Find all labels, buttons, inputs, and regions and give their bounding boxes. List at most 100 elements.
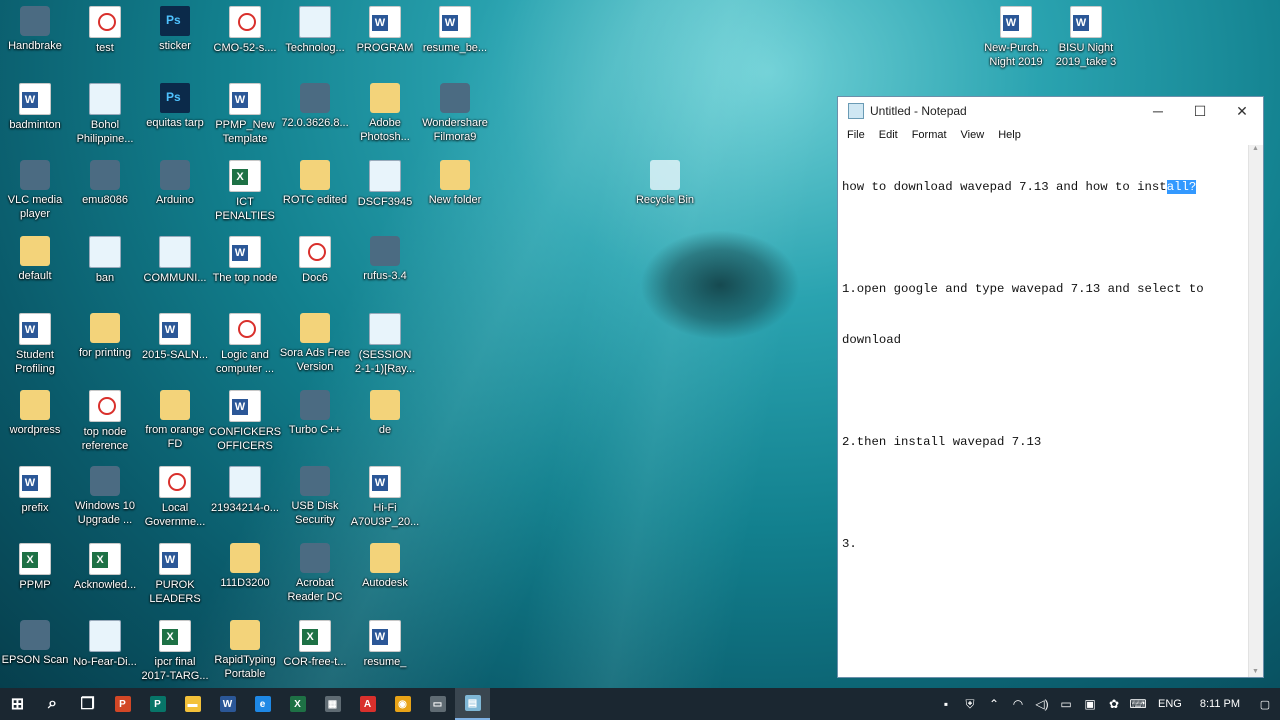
desktop-icon[interactable]: Local Governme... xyxy=(139,462,211,534)
search-icon[interactable]: ⌕ xyxy=(35,688,70,720)
desktop-icon[interactable]: Recycle Bin xyxy=(629,156,701,228)
publisher-icon[interactable]: P xyxy=(140,688,175,720)
word-icon[interactable]: W xyxy=(210,688,245,720)
clock[interactable]: 8:11 PM xyxy=(1190,698,1250,710)
desktop-icon[interactable]: Arduino xyxy=(139,156,211,228)
desktop-icon[interactable]: PPMP_New Template xyxy=(209,79,281,151)
desktop-icon[interactable]: from orange FD xyxy=(139,386,211,458)
desktop-icon[interactable]: default xyxy=(0,232,71,304)
desktop-icon[interactable]: EPSON Scan xyxy=(0,616,71,688)
desktop-icon[interactable]: ROTC edited xyxy=(279,156,351,228)
shield-icon[interactable]: ⛨ xyxy=(958,697,982,712)
tray-app-icon[interactable]: ▪ xyxy=(934,697,958,711)
desktop-icon[interactable]: 2015-SALN... xyxy=(139,309,211,381)
desktop-icon[interactable]: Sora Ads Free Version xyxy=(279,309,351,381)
tray-security-icon[interactable]: ▣ xyxy=(1078,697,1102,711)
maximize-button[interactable]: ☐ xyxy=(1179,97,1221,125)
desktop-icon[interactable]: Acrobat Reader DC xyxy=(279,539,351,611)
desktop-icon[interactable]: RapidTyping Portable xyxy=(209,616,281,688)
menu-edit[interactable]: Edit xyxy=(872,129,905,141)
notepad-window[interactable]: Untitled - Notepad ─ ☐ ✕ File Edit Forma… xyxy=(837,96,1264,678)
desktop-icon[interactable]: Acknowled... xyxy=(69,539,141,611)
desktop-icon[interactable]: test xyxy=(69,2,141,74)
chevron-up-icon[interactable]: ⌃ xyxy=(982,697,1006,711)
notepad-titlebar[interactable]: Untitled - Notepad ─ ☐ ✕ xyxy=(838,97,1263,125)
desktop-icon[interactable]: Autodesk xyxy=(349,539,421,611)
desktop-icon[interactable]: top node reference xyxy=(69,386,141,458)
desktop-icon[interactable]: USB Disk Security xyxy=(279,462,351,534)
file-explorer-icon[interactable]: ▬ xyxy=(175,688,210,720)
desktop-icon[interactable]: CONFICKERS OFFICERS xyxy=(209,386,281,458)
menu-file[interactable]: File xyxy=(840,129,872,141)
vertical-scrollbar[interactable] xyxy=(1248,145,1263,677)
keyboard-icon[interactable]: ⌨ xyxy=(1126,697,1150,711)
desktop-icon[interactable]: Logic and computer ... xyxy=(209,309,281,381)
desktop-icon[interactable]: PUROK LEADERS xyxy=(139,539,211,611)
desktop-icon[interactable]: Doc6 xyxy=(279,232,351,304)
minimize-button[interactable]: ─ xyxy=(1137,97,1179,125)
desktop-icon[interactable]: DSCF3945 xyxy=(349,156,421,228)
desktop-icon[interactable]: sticker xyxy=(139,2,211,74)
language-indicator[interactable]: ENG xyxy=(1150,698,1190,710)
acrobat-icon[interactable]: A xyxy=(350,688,385,720)
desktop-icon[interactable]: PPMP xyxy=(0,539,71,611)
powerpoint-icon[interactable]: P xyxy=(105,688,140,720)
tray-antivirus-icon[interactable]: ✿ xyxy=(1102,697,1126,711)
desktop-icon[interactable]: Wondershare Filmora9 xyxy=(419,79,491,151)
desktop-icon[interactable]: No-Fear-Di... xyxy=(69,616,141,688)
desktop-icon-label: 72.0.3626.8... xyxy=(281,117,349,129)
desktop-icon[interactable]: 72.0.3626.8... xyxy=(279,79,351,151)
desktop-icon[interactable]: equitas tarp xyxy=(139,79,211,151)
edge-icon[interactable]: e xyxy=(245,688,280,720)
start-button[interactable]: ⊞ xyxy=(0,688,35,720)
desktop-icon[interactable]: PROGRAM xyxy=(349,2,421,74)
desktop-icon[interactable]: prefix xyxy=(0,462,71,534)
desktop-icon[interactable]: The top node xyxy=(209,232,281,304)
notepad-app-icon[interactable] xyxy=(848,103,864,119)
volume-icon[interactable]: ◁) xyxy=(1030,697,1054,711)
desktop-icon[interactable]: (SESSION 2-1-1)[Ray... xyxy=(349,309,421,381)
desktop-icon[interactable]: ipcr final 2017-TARG... xyxy=(139,616,211,688)
excel-icon[interactable]: X xyxy=(280,688,315,720)
desktop-icon[interactable]: emu8086 xyxy=(69,156,141,228)
desktop-icon[interactable]: 21934214-o... xyxy=(209,462,281,534)
desktop-icon[interactable]: BISU Night 2019_take 3 xyxy=(1050,2,1122,74)
desktop-icon[interactable]: Handbrake xyxy=(0,2,71,74)
task-view-icon[interactable]: ❐ xyxy=(70,688,105,720)
menu-help[interactable]: Help xyxy=(991,129,1028,141)
menu-format[interactable]: Format xyxy=(905,129,954,141)
notepad-icon[interactable]: ▤ xyxy=(455,688,490,720)
desktop-icon[interactable]: badminton xyxy=(0,79,71,151)
chrome-icon[interactable]: ◉ xyxy=(385,688,420,720)
desktop-icon[interactable]: VLC media player xyxy=(0,156,71,228)
desktop-icon[interactable]: for printing xyxy=(69,309,141,381)
desktop-icon[interactable]: Windows 10 Upgrade ... xyxy=(69,462,141,534)
desktop-icon[interactable]: Technolog... xyxy=(279,2,351,74)
notepad-text-area[interactable]: how to download wavepad 7.13 and how to … xyxy=(838,145,1249,677)
desktop-icon[interactable]: ban xyxy=(69,232,141,304)
desktop-icon[interactable]: 111D3200 xyxy=(209,539,281,611)
notification-icon[interactable]: ▢ xyxy=(1250,698,1280,711)
calculator-icon[interactable]: ▦ xyxy=(315,688,350,720)
desktop-icon[interactable]: ICT PENALTIES xyxy=(209,156,281,228)
desktop-icon[interactable]: New folder xyxy=(419,156,491,228)
desktop-icon[interactable]: Turbo C++ xyxy=(279,386,351,458)
desktop-icon[interactable]: COR-free-t... xyxy=(279,616,351,688)
desktop-icon[interactable]: de xyxy=(349,386,421,458)
desktop-icon[interactable]: Bohol Philippine... xyxy=(69,79,141,151)
desktop-icon[interactable]: COMMUNI... xyxy=(139,232,211,304)
desktop-icon[interactable]: CMO-52-s.... xyxy=(209,2,281,74)
desktop-icon[interactable]: wordpress xyxy=(0,386,71,458)
battery-icon[interactable]: ▭ xyxy=(1054,697,1078,711)
desktop-icon[interactable]: New-Purch... Night 2019 xyxy=(980,2,1052,74)
desktop-icon[interactable]: Adobe Photosh... xyxy=(349,79,421,151)
wifi-icon[interactable]: ◠ xyxy=(1006,697,1030,711)
desktop-icon[interactable]: Hi-Fi A70U3P_20... xyxy=(349,462,421,534)
close-button[interactable]: ✕ xyxy=(1221,97,1263,125)
photos-icon[interactable]: ▭ xyxy=(420,688,455,720)
desktop-icon[interactable]: Student Profiling xyxy=(0,309,71,381)
desktop-icon[interactable]: resume_be... xyxy=(419,2,491,74)
desktop-icon[interactable]: resume_ xyxy=(349,616,421,688)
menu-view[interactable]: View xyxy=(954,129,992,141)
desktop-icon[interactable]: rufus-3.4 xyxy=(349,232,421,304)
